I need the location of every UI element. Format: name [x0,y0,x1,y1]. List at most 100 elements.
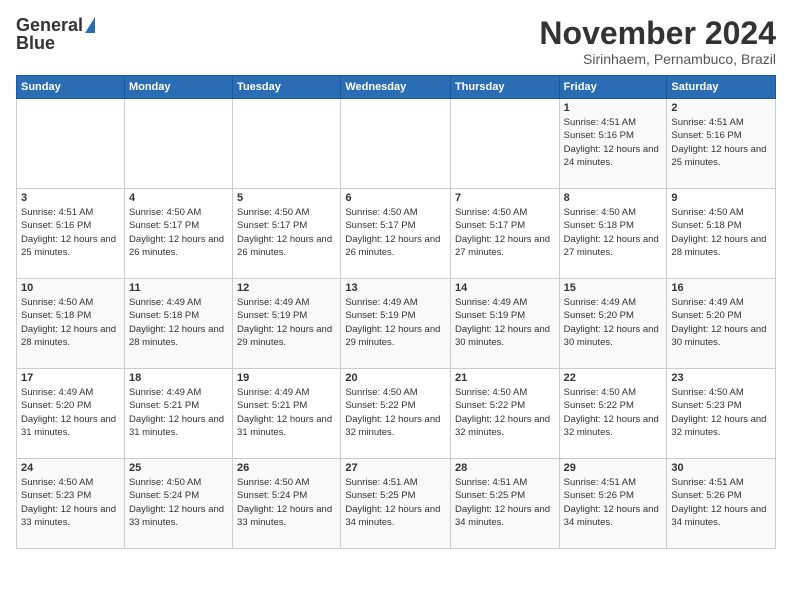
calendar-cell: 30 Sunrise: 4:51 AM Sunset: 5:26 PM Dayli… [667,459,776,549]
calendar-cell: 29 Sunrise: 4:51 AM Sunset: 5:26 PM Dayli… [559,459,667,549]
day-number: 10 [21,282,120,294]
logo-text-blue: Blue [16,34,55,52]
calendar-cell: 14 Sunrise: 4:49 AM Sunset: 5:19 PM Dayli… [450,279,559,369]
logo-triangle-icon [85,17,95,33]
day-info: Sunrise: 4:50 AM Sunset: 5:18 PM Dayligh… [21,296,120,349]
day-info: Sunrise: 4:50 AM Sunset: 5:17 PM Dayligh… [237,206,336,259]
day-info: Sunrise: 4:50 AM Sunset: 5:22 PM Dayligh… [455,386,555,439]
day-number: 19 [237,372,336,384]
logo: General Blue [16,16,95,52]
day-number: 11 [129,282,228,294]
day-info: Sunrise: 4:49 AM Sunset: 5:19 PM Dayligh… [455,296,555,349]
calendar-cell [124,99,232,189]
calendar-cell: 10 Sunrise: 4:50 AM Sunset: 5:18 PM Dayli… [17,279,125,369]
day-info: Sunrise: 4:49 AM Sunset: 5:19 PM Dayligh… [345,296,446,349]
calendar-cell: 27 Sunrise: 4:51 AM Sunset: 5:25 PM Dayli… [341,459,451,549]
day-of-week-header: Friday [559,76,667,99]
day-number: 30 [671,462,771,474]
calendar-cell [341,99,451,189]
day-info: Sunrise: 4:51 AM Sunset: 5:16 PM Dayligh… [564,116,663,169]
day-info: Sunrise: 4:49 AM Sunset: 5:19 PM Dayligh… [237,296,336,349]
day-number: 24 [21,462,120,474]
day-info: Sunrise: 4:50 AM Sunset: 5:24 PM Dayligh… [129,476,228,529]
calendar-cell [233,99,341,189]
day-of-week-header: Monday [124,76,232,99]
day-number: 8 [564,192,663,204]
calendar-cell: 11 Sunrise: 4:49 AM Sunset: 5:18 PM Dayli… [124,279,232,369]
day-number: 27 [345,462,446,474]
calendar-week-row: 3 Sunrise: 4:51 AM Sunset: 5:16 PM Daylig… [17,189,776,279]
day-info: Sunrise: 4:49 AM Sunset: 5:21 PM Dayligh… [237,386,336,439]
day-number: 20 [345,372,446,384]
calendar-cell: 7Sunrise: 4:50 AM Sunset: 5:17 PM Daylig… [450,189,559,279]
calendar-title: November 2024 [539,16,776,51]
day-number: 28 [455,462,555,474]
day-info: Sunrise: 4:49 AM Sunset: 5:20 PM Dayligh… [671,296,771,349]
calendar-cell: 13 Sunrise: 4:49 AM Sunset: 5:19 PM Dayli… [341,279,451,369]
calendar-cell: 18Sunrise: 4:49 AM Sunset: 5:21 PM Dayli… [124,369,232,459]
calendar-cell [450,99,559,189]
day-info: Sunrise: 4:51 AM Sunset: 5:26 PM Dayligh… [564,476,663,529]
day-info: Sunrise: 4:51 AM Sunset: 5:16 PM Dayligh… [671,116,771,169]
day-number: 29 [564,462,663,474]
day-number: 13 [345,282,446,294]
day-info: Sunrise: 4:49 AM Sunset: 5:18 PM Dayligh… [129,296,228,349]
day-of-week-header: Saturday [667,76,776,99]
calendar-table: SundayMondayTuesdayWednesdayThursdayFrid… [16,75,776,549]
day-info: Sunrise: 4:50 AM Sunset: 5:17 PM Dayligh… [345,206,446,259]
calendar-cell: 25 Sunrise: 4:50 AM Sunset: 5:24 PM Dayli… [124,459,232,549]
calendar-cell: 1 Sunrise: 4:51 AM Sunset: 5:16 PM Daylig… [559,99,667,189]
day-of-week-header: Wednesday [341,76,451,99]
day-number: 2 [671,102,771,114]
day-number: 18 [129,372,228,384]
day-number: 23 [671,372,771,384]
calendar-cell: 4 Sunrise: 4:50 AM Sunset: 5:17 PM Daylig… [124,189,232,279]
calendar-cell: 15 Sunrise: 4:49 AM Sunset: 5:20 PM Dayli… [559,279,667,369]
day-info: Sunrise: 4:51 AM Sunset: 5:16 PM Dayligh… [21,206,120,259]
day-number: 16 [671,282,771,294]
page-header: General Blue November 2024 Sirinhaem, Pe… [16,16,776,67]
day-info: Sunrise: 4:50 AM Sunset: 5:18 PM Dayligh… [564,206,663,259]
day-info: Sunrise: 4:50 AM Sunset: 5:24 PM Dayligh… [237,476,336,529]
day-of-week-header: Thursday [450,76,559,99]
day-number: 22 [564,372,663,384]
day-info: Sunrise: 4:51 AM Sunset: 5:26 PM Dayligh… [671,476,771,529]
day-number: 7 [455,192,555,204]
calendar-cell: 21 Sunrise: 4:50 AM Sunset: 5:22 PM Dayli… [450,369,559,459]
calendar-cell: 16 Sunrise: 4:49 AM Sunset: 5:20 PM Dayli… [667,279,776,369]
calendar-week-row: 1 Sunrise: 4:51 AM Sunset: 5:16 PM Daylig… [17,99,776,189]
day-number: 3 [21,192,120,204]
calendar-cell: 19 Sunrise: 4:49 AM Sunset: 5:21 PM Dayli… [233,369,341,459]
day-info: Sunrise: 4:50 AM Sunset: 5:17 PM Dayligh… [129,206,228,259]
day-info: Sunrise: 4:49 AM Sunset: 5:20 PM Dayligh… [564,296,663,349]
day-number: 6 [345,192,446,204]
day-info: Sunrise: 4:50 AM Sunset: 5:18 PM Dayligh… [671,206,771,259]
day-number: 12 [237,282,336,294]
day-info: Sunrise: 4:51 AM Sunset: 5:25 PM Dayligh… [455,476,555,529]
calendar-body: 1 Sunrise: 4:51 AM Sunset: 5:16 PM Daylig… [17,99,776,549]
day-info: Sunrise: 4:51 AM Sunset: 5:25 PM Dayligh… [345,476,446,529]
calendar-cell: 26 Sunrise: 4:50 AM Sunset: 5:24 PM Dayli… [233,459,341,549]
calendar-cell: 6 Sunrise: 4:50 AM Sunset: 5:17 PM Daylig… [341,189,451,279]
calendar-week-row: 24Sunrise: 4:50 AM Sunset: 5:23 PM Dayli… [17,459,776,549]
day-number: 17 [21,372,120,384]
day-number: 1 [564,102,663,114]
title-block: November 2024 Sirinhaem, Pernambuco, Bra… [539,16,776,67]
calendar-cell: 8 Sunrise: 4:50 AM Sunset: 5:18 PM Daylig… [559,189,667,279]
day-number: 25 [129,462,228,474]
day-number: 14 [455,282,555,294]
calendar-cell: 22 Sunrise: 4:50 AM Sunset: 5:22 PM Dayli… [559,369,667,459]
day-number: 26 [237,462,336,474]
day-number: 21 [455,372,555,384]
calendar-cell: 2 Sunrise: 4:51 AM Sunset: 5:16 PM Daylig… [667,99,776,189]
day-number: 4 [129,192,228,204]
calendar-cell: 23Sunrise: 4:50 AM Sunset: 5:23 PM Dayli… [667,369,776,459]
day-number: 9 [671,192,771,204]
calendar-subtitle: Sirinhaem, Pernambuco, Brazil [539,51,776,67]
day-info: Sunrise: 4:50 AM Sunset: 5:22 PM Dayligh… [564,386,663,439]
calendar-week-row: 17Sunrise: 4:49 AM Sunset: 5:20 PM Dayli… [17,369,776,459]
logo-text-general: General [16,16,83,34]
calendar-week-row: 10 Sunrise: 4:50 AM Sunset: 5:18 PM Dayli… [17,279,776,369]
calendar-cell: 5Sunrise: 4:50 AM Sunset: 5:17 PM Daylig… [233,189,341,279]
day-number: 15 [564,282,663,294]
